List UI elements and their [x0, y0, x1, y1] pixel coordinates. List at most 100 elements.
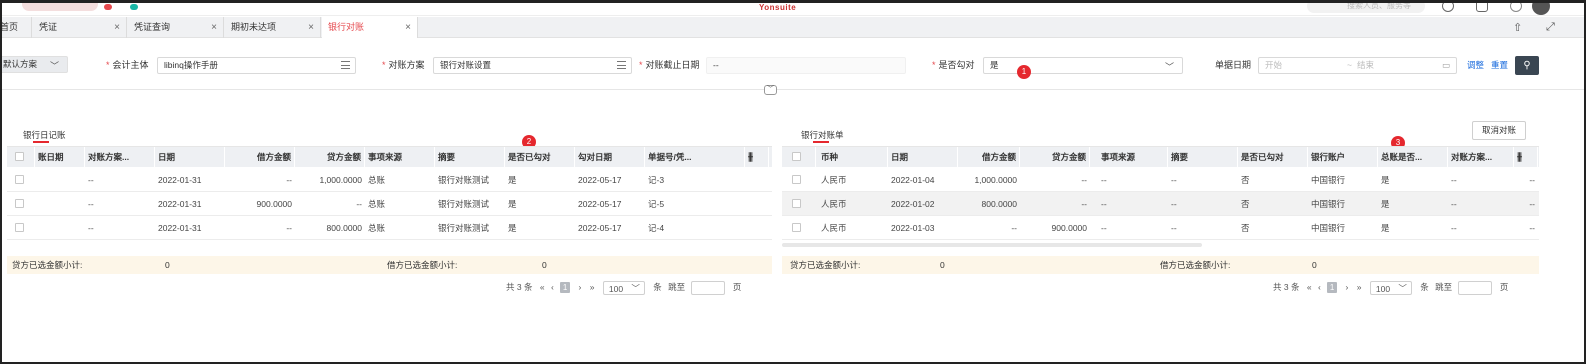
tab-bank-reconciliation[interactable]: 银行对账 ×: [322, 17, 418, 38]
plan-field[interactable]: 银行对账设置: [433, 57, 632, 74]
current-page[interactable]: 1: [1327, 282, 1338, 294]
cutoff-date-field[interactable]: --: [706, 57, 906, 74]
col-header[interactable]: 对账方案...: [85, 147, 155, 167]
tab-voucher-query[interactable]: 凭证查询 ×: [128, 17, 224, 38]
chevron-down-icon: ﹀: [1164, 62, 1174, 72]
collapse-toggle-icon[interactable]: ﹀: [764, 85, 777, 95]
col-header[interactable]: 日期: [888, 147, 958, 167]
col-header[interactable]: 是否已勾对: [1238, 147, 1308, 167]
horizontal-scrollbar[interactable]: [782, 243, 1202, 247]
filter-bar: 默认方案 ﹀ * 会计主体 libinq操作手册 * 对账方案 银行对账设置 * 对账截…: [2, 39, 1584, 95]
current-page[interactable]: 1: [560, 282, 571, 294]
left-subtotal-bar: 贷方已选金额小计: 0 借方已选金额小计: 0: [7, 256, 772, 274]
first-page-icon[interactable]: «: [1307, 280, 1312, 295]
col-header[interactable]: 贷方金额: [1020, 147, 1090, 167]
credit-subtotal-value: 0: [165, 260, 170, 270]
notification-icon[interactable]: [1510, 3, 1522, 12]
col-header[interactable]: 对账方案...: [1448, 147, 1514, 167]
col-header[interactable]: 是否已勾对: [505, 147, 575, 167]
search-button[interactable]: ⚲: [1515, 56, 1539, 75]
list-icon[interactable]: [341, 61, 350, 69]
col-header[interactable]: 摘要: [1168, 147, 1238, 167]
last-page-icon[interactable]: »: [590, 280, 595, 295]
col-header[interactable]: 贷方金额: [295, 147, 365, 167]
tab-home[interactable]: 首页: [2, 17, 32, 38]
row-checkbox[interactable]: [792, 175, 801, 184]
jump-page-input[interactable]: [690, 280, 725, 295]
table-row[interactable]: -- 2022-01-31 -- 1,000.0000 总账 银行对账测试 是 …: [7, 168, 772, 192]
debit-subtotal-value: 0: [1312, 260, 1317, 270]
close-icon[interactable]: ×: [405, 17, 411, 38]
col-header[interactable]: 日期: [155, 147, 225, 167]
table-row[interactable]: 人民币 2022-01-04 1,000.0000 -- -- -- 否 中国银…: [782, 168, 1539, 192]
global-search[interactable]: 搜索人员、服务等: [1307, 3, 1425, 13]
col-header[interactable]: 借方金额: [225, 147, 295, 167]
workspace-pill[interactable]: [22, 3, 98, 11]
col-header[interactable]: 银行账户: [1308, 147, 1378, 167]
prev-page-icon[interactable]: ‹: [1318, 280, 1321, 295]
right-pagination: 共 3 条 « ‹ 1 › » 100 ﹀ 条 跳至 页: [1273, 280, 1509, 295]
table-row[interactable]: -- 2022-01-31 900.0000 -- 总账 银行对账测试 是 20…: [7, 192, 772, 216]
column-settings-icon[interactable]: ⫵: [1514, 147, 1538, 167]
col-header[interactable]: 勾对日期: [575, 147, 645, 167]
entity-label: * 会计主体: [106, 60, 149, 70]
cutoff-label: * 对账截止日期: [639, 60, 700, 70]
col-header[interactable]: 摘要: [435, 147, 505, 167]
search-icon: ⚲: [1523, 60, 1531, 71]
reset-link[interactable]: 重置: [1491, 57, 1508, 74]
table-row[interactable]: -- 2022-01-31 -- 800.0000 总账 银行对账测试 是 20…: [7, 216, 772, 240]
select-all-checkbox[interactable]: [15, 152, 24, 161]
next-page-icon[interactable]: ›: [579, 280, 582, 295]
select-all-checkbox[interactable]: [792, 152, 801, 161]
col-header[interactable]: 总账是否...: [1378, 147, 1448, 167]
col-header[interactable]: 单据号/凭...: [645, 147, 745, 167]
table-row[interactable]: 人民币 2022-01-02 800.0000 -- -- -- 否 中国银行 …: [782, 192, 1539, 216]
col-header[interactable]: 借方金额: [958, 147, 1020, 167]
message-icon[interactable]: [1476, 3, 1488, 12]
checked-select[interactable]: 是 ﹀: [983, 57, 1183, 74]
avatar[interactable]: [1532, 3, 1550, 15]
help-icon[interactable]: [1442, 3, 1454, 12]
col-header[interactable]: 账日期: [35, 147, 85, 167]
cancel-reconcile-button[interactable]: 取消对账: [1472, 121, 1526, 140]
row-checkbox[interactable]: [792, 199, 801, 208]
col-header[interactable]: 事项来源: [365, 147, 435, 167]
first-page-icon[interactable]: «: [540, 280, 545, 295]
col-header[interactable]: 币种: [818, 147, 888, 167]
credit-subtotal-value: 0: [940, 260, 945, 270]
tab-outstanding-items[interactable]: 期初未达项 ×: [225, 17, 321, 38]
row-checkbox[interactable]: [15, 223, 24, 232]
page-size-select[interactable]: 100 ﹀: [1369, 280, 1412, 295]
upload-icon[interactable]: ⇧: [1513, 21, 1522, 34]
scheme-select[interactable]: 默认方案 ﹀: [2, 56, 68, 73]
close-icon[interactable]: ×: [211, 17, 217, 38]
close-icon[interactable]: ×: [114, 17, 120, 38]
page-size-select[interactable]: 100 ﹀: [602, 280, 645, 295]
prev-page-icon[interactable]: ‹: [551, 280, 554, 295]
docdate-label: 单据日期: [1215, 60, 1252, 70]
left-panel-title: 银行日记账: [23, 129, 66, 143]
col-header[interactable]: 事项来源: [1098, 147, 1168, 167]
table-row[interactable]: 人民币 2022-01-03 -- 900.0000 -- -- 否 中国银行 …: [782, 216, 1539, 240]
active-underline: [813, 141, 829, 143]
row-checkbox[interactable]: [792, 223, 801, 232]
jump-page-input[interactable]: [1457, 280, 1492, 295]
left-pagination: 共 3 条 « ‹ 1 › » 100 ﹀ 条 跳至 页: [506, 280, 742, 295]
right-panel-title: 银行对账单: [801, 129, 844, 143]
table-header: 币种 日期 借方金额 贷方金额 事项来源 摘要 是否已勾对 银行账户 总账是否.…: [782, 147, 1539, 167]
checked-label: * 是否勾对: [932, 60, 975, 70]
list-icon[interactable]: [617, 61, 626, 69]
docdate-range[interactable]: 开始 ~ 结束 ▭: [1258, 57, 1457, 74]
app-window: Yonsuite 搜索人员、服务等 首页 凭证 × 凭证查询 × 期初未达项 × 银行…: [0, 0, 1586, 364]
next-page-icon[interactable]: ›: [1346, 280, 1349, 295]
row-checkbox[interactable]: [15, 199, 24, 208]
adjust-link[interactable]: 调整: [1467, 57, 1484, 74]
column-settings-icon[interactable]: ⫵: [745, 147, 769, 167]
close-icon[interactable]: ×: [308, 17, 314, 38]
entity-field[interactable]: libinq操作手册: [157, 57, 356, 74]
last-page-icon[interactable]: »: [1357, 280, 1362, 295]
fullscreen-icon[interactable]: ⤢: [1546, 21, 1555, 34]
row-checkbox[interactable]: [15, 175, 24, 184]
calendar-icon[interactable]: ▭: [1442, 58, 1450, 73]
tab-voucher[interactable]: 凭证 ×: [33, 17, 127, 38]
